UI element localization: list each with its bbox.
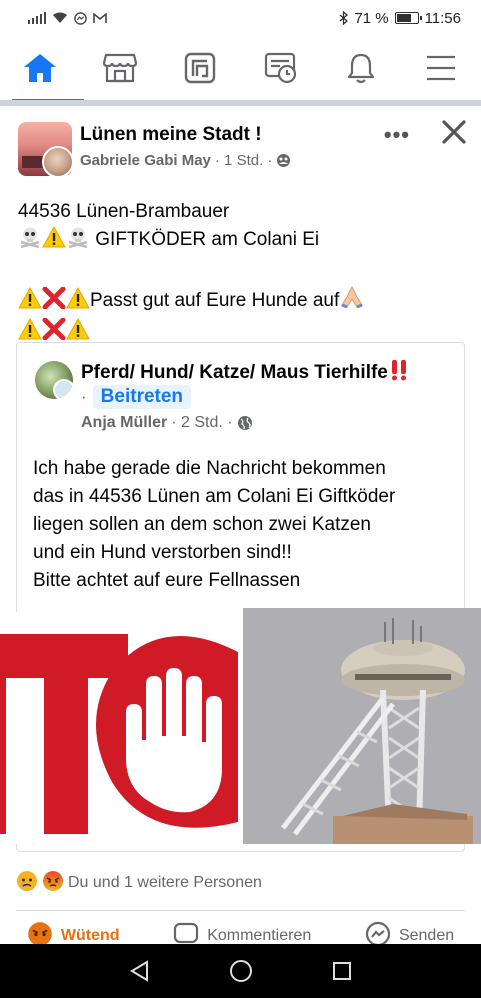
group-name[interactable]: Lünen meine Stadt ! [80, 124, 262, 146]
react-label: Wütend [60, 927, 120, 944]
reactions-text: Du und 1 weitere Personen [68, 874, 262, 891]
join-bullet: · [81, 387, 87, 406]
nav-divider [0, 100, 481, 106]
post-line-3-text: Passt gut auf Eure Hunde auf [90, 290, 340, 311]
wifi-icon [53, 12, 67, 23]
reactions-summary[interactable]: Du und 1 weitere Personen [16, 868, 465, 898]
shared-group-avatar[interactable] [35, 361, 73, 399]
nav-notifications[interactable] [331, 36, 391, 100]
shared-post-text: Ich habe gerade die Nachricht bekommen d… [33, 455, 453, 595]
more-options-button[interactable]: ••• [384, 122, 410, 148]
post-header: Lünen meine Stadt ! Gabriele Gabi May · … [18, 120, 468, 182]
shared-post-header: Pferd/ Hund/ Katze/ Maus Tierhilfe · Bei… [17, 343, 464, 443]
cross-mark-icon [42, 286, 66, 318]
nav-menu[interactable] [411, 36, 471, 100]
post-line-1: 44536 Lünen-Brambauer [18, 201, 230, 222]
nav-groups[interactable] [170, 36, 230, 100]
stop-sign-image[interactable] [0, 612, 239, 844]
shared-group-name-text: Pferd/ Hund/ Katze/ Maus Tierhilfe [81, 362, 388, 383]
skull-crossbones-icon [66, 226, 90, 257]
recents-icon[interactable] [332, 961, 352, 981]
groups-icon [185, 52, 216, 84]
nav-home[interactable] [10, 36, 85, 102]
sad-reaction-icon [16, 870, 38, 897]
home-icon [24, 54, 57, 82]
warning-icon [42, 225, 66, 257]
post-line-2-text: GIFTKÖDER am Colani Ei [95, 229, 320, 250]
shared-text-line: Ich habe gerade die Nachricht bekommen [33, 458, 386, 479]
post-author[interactable]: Gabriele Gabi May [80, 152, 211, 169]
clock: 11:56 [424, 9, 461, 27]
hamburger-icon [426, 55, 455, 81]
colani-egg-tower-image[interactable] [243, 608, 481, 844]
folded-hands-icon [339, 285, 365, 318]
shared-text-line: Bitte achtet auf eure Fellnassen [33, 570, 301, 591]
memories-icon [264, 52, 296, 84]
system-nav-bar [0, 944, 481, 998]
status-left [28, 11, 107, 25]
top-nav [0, 36, 481, 102]
shared-post-author[interactable]: Anja Müller [81, 414, 167, 432]
status-right: 71 % 11:56 [339, 10, 461, 27]
battery-percent: 71 % [354, 9, 389, 27]
group-audience-icon [277, 154, 291, 167]
shared-text-line: liegen sollen an dem schon zwei Katzen [33, 514, 371, 535]
bell-icon [347, 53, 374, 84]
nav-memories[interactable] [251, 36, 311, 100]
join-row: · Beitreten [81, 385, 192, 409]
home-circle-icon[interactable] [229, 959, 253, 983]
reactions-divider [16, 910, 465, 911]
join-group-button[interactable]: Beitreten [92, 385, 192, 409]
warning-icon [18, 286, 42, 318]
stop-sign-graphic [0, 612, 239, 844]
battery-icon [394, 12, 422, 24]
gmail-icon [93, 12, 107, 23]
shared-post-meta: Anja Müller · 2 Std. · [81, 414, 253, 432]
user-avatar[interactable] [42, 146, 74, 178]
tower-graphic [243, 608, 481, 844]
shared-text-line: und ein Hund verstorben sind!! [33, 542, 292, 563]
post-time: · 1 Std. · [214, 152, 273, 169]
nav-marketplace[interactable] [90, 36, 150, 100]
double-exclamation-icon [388, 359, 410, 387]
marketplace-icon [103, 53, 138, 83]
post-line-3: Passt gut auf Eure Hunde auf [18, 285, 463, 318]
signal-icon [28, 12, 46, 24]
skull-crossbones-icon [18, 226, 42, 257]
warning-icon [66, 286, 90, 318]
shared-post-time: · 2 Std. · [171, 414, 233, 431]
back-icon[interactable] [129, 960, 151, 982]
messenger-icon [74, 11, 87, 25]
bluetooth-icon [339, 11, 349, 25]
shared-group-name[interactable]: Pferd/ Hund/ Katze/ Maus Tierhilfe [81, 359, 410, 387]
post-body: 44536 Lünen-Brambauer GIFTKÖDER am Colan… [18, 198, 463, 349]
close-icon[interactable] [440, 118, 468, 146]
shared-text-line: das in 44536 Lünen am Colani Ei Giftköde… [33, 486, 396, 507]
send-label: Senden [398, 927, 455, 944]
comment-label: Kommentieren [207, 927, 312, 944]
status-bar: 71 % 11:56 [0, 0, 481, 36]
post-line-2: GIFTKÖDER am Colani Ei [18, 225, 463, 257]
post-meta: Gabriele Gabi May · 1 Std. · [80, 152, 291, 169]
angry-reaction-icon [42, 870, 64, 897]
globe-icon [237, 416, 252, 430]
